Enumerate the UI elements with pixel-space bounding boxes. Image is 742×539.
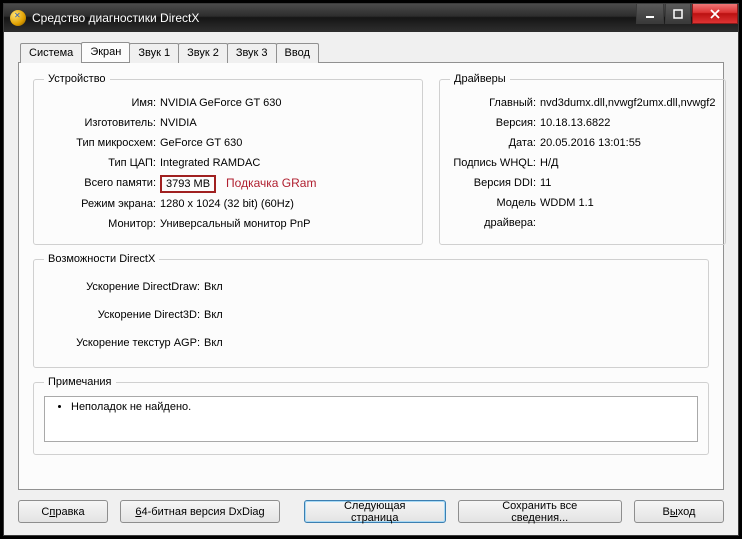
driver-date: 20.05.2016 13:01:55 (540, 133, 715, 153)
label: Ускорение текстур AGP: (44, 329, 204, 357)
tab-screen[interactable]: Экран (81, 42, 130, 62)
close-button[interactable] (692, 4, 738, 24)
label: Тип микросхем: (44, 133, 160, 153)
label: Модель драйвера: (450, 193, 540, 233)
label: Подпись WHQL: (450, 153, 540, 173)
label: Изготовитель: (44, 113, 160, 133)
dxcap-d3d: Вкл (204, 301, 698, 329)
notes-legend: Примечания (44, 376, 116, 388)
notes-text: Неполадок не найдено. (71, 401, 687, 413)
label: Тип ЦАП: (44, 153, 160, 173)
next-page-button[interactable]: Следующая страница (304, 500, 446, 523)
driver-version: 10.18.13.6822 (540, 113, 715, 133)
notes-box[interactable]: Неполадок не найдено. (44, 396, 698, 442)
tab-sound2[interactable]: Звук 2 (178, 43, 228, 63)
device-name: NVIDIA GeForce GT 630 (160, 93, 412, 113)
minimize-button[interactable] (636, 4, 664, 24)
window-buttons (635, 4, 738, 24)
driver-model: WDDM 1.1 (540, 193, 715, 233)
help-button[interactable]: Справка (18, 500, 108, 523)
title-bar[interactable]: Средство диагностики DirectX (4, 4, 738, 32)
label: Имя: (44, 93, 160, 113)
app-icon (10, 10, 26, 26)
client-area: Система Экран Звук 1 Звук 2 Звук 3 Ввод … (4, 32, 738, 535)
label: Режим экрана: (44, 194, 160, 214)
device-legend: Устройство (44, 73, 110, 85)
label: Версия: (450, 113, 540, 133)
label: Ускорение Direct3D: (44, 301, 204, 329)
label: Версия DDI: (450, 173, 540, 193)
device-memory: 3793 МВ (160, 175, 216, 193)
device-dac: Integrated RAMDAC (160, 153, 412, 173)
device-monitor: Универсальный монитор PnP (160, 214, 412, 234)
driver-ddi: 11 (540, 173, 715, 193)
label: Монитор: (44, 214, 160, 234)
device-vendor: NVIDIA (160, 113, 412, 133)
device-mode: 1280 x 1024 (32 bit) (60Hz) (160, 194, 412, 214)
label: Всего памяти: (44, 173, 160, 194)
drivers-group: Драйверы Главный:nvd3dumx.dll,nvwgf2umx.… (439, 73, 726, 245)
driver-whql: Н/Д (540, 153, 715, 173)
maximize-button[interactable] (665, 4, 691, 24)
tab-system[interactable]: Система (20, 43, 82, 63)
device-group: Устройство Имя:NVIDIA GeForce GT 630 Изг… (33, 73, 423, 245)
dxcap-ddraw: Вкл (204, 273, 698, 301)
tab-page: Устройство Имя:NVIDIA GeForce GT 630 Изг… (18, 62, 724, 490)
drivers-legend: Драйверы (450, 73, 510, 85)
save-all-button[interactable]: Сохранить все сведения... (458, 500, 623, 523)
device-chip: GeForce GT 630 (160, 133, 412, 153)
dx-capabilities-group: Возможности DirectX Ускорение DirectDraw… (33, 253, 709, 368)
dxcap-legend: Возможности DirectX (44, 253, 159, 265)
tab-sound3[interactable]: Звук 3 (227, 43, 277, 63)
notes-group: Примечания Неполадок не найдено. (33, 376, 709, 455)
tab-input[interactable]: Ввод (276, 43, 319, 63)
label: Ускорение DirectDraw: (44, 273, 204, 301)
window-title: Средство диагностики DirectX (32, 11, 199, 25)
button-bar: Справка 64-битная версия DxDiag Следующа… (18, 500, 724, 523)
label: Главный: (450, 93, 540, 113)
dxcap-agp: Вкл (204, 329, 698, 357)
exit-button[interactable]: Выход (634, 500, 724, 523)
annotation: Подкачка GRam (226, 176, 316, 190)
tab-sound1[interactable]: Звук 1 (129, 43, 179, 63)
app-window: Средство диагностики DirectX Система Экр… (3, 3, 739, 536)
driver-main: nvd3dumx.dll,nvwgf2umx.dll,nvwgf2 (540, 93, 715, 113)
label: Дата: (450, 133, 540, 153)
tab-strip: Система Экран Звук 1 Звук 2 Звук 3 Ввод (20, 43, 724, 63)
bit64-button[interactable]: 64-битная версия DxDiag (120, 500, 280, 523)
